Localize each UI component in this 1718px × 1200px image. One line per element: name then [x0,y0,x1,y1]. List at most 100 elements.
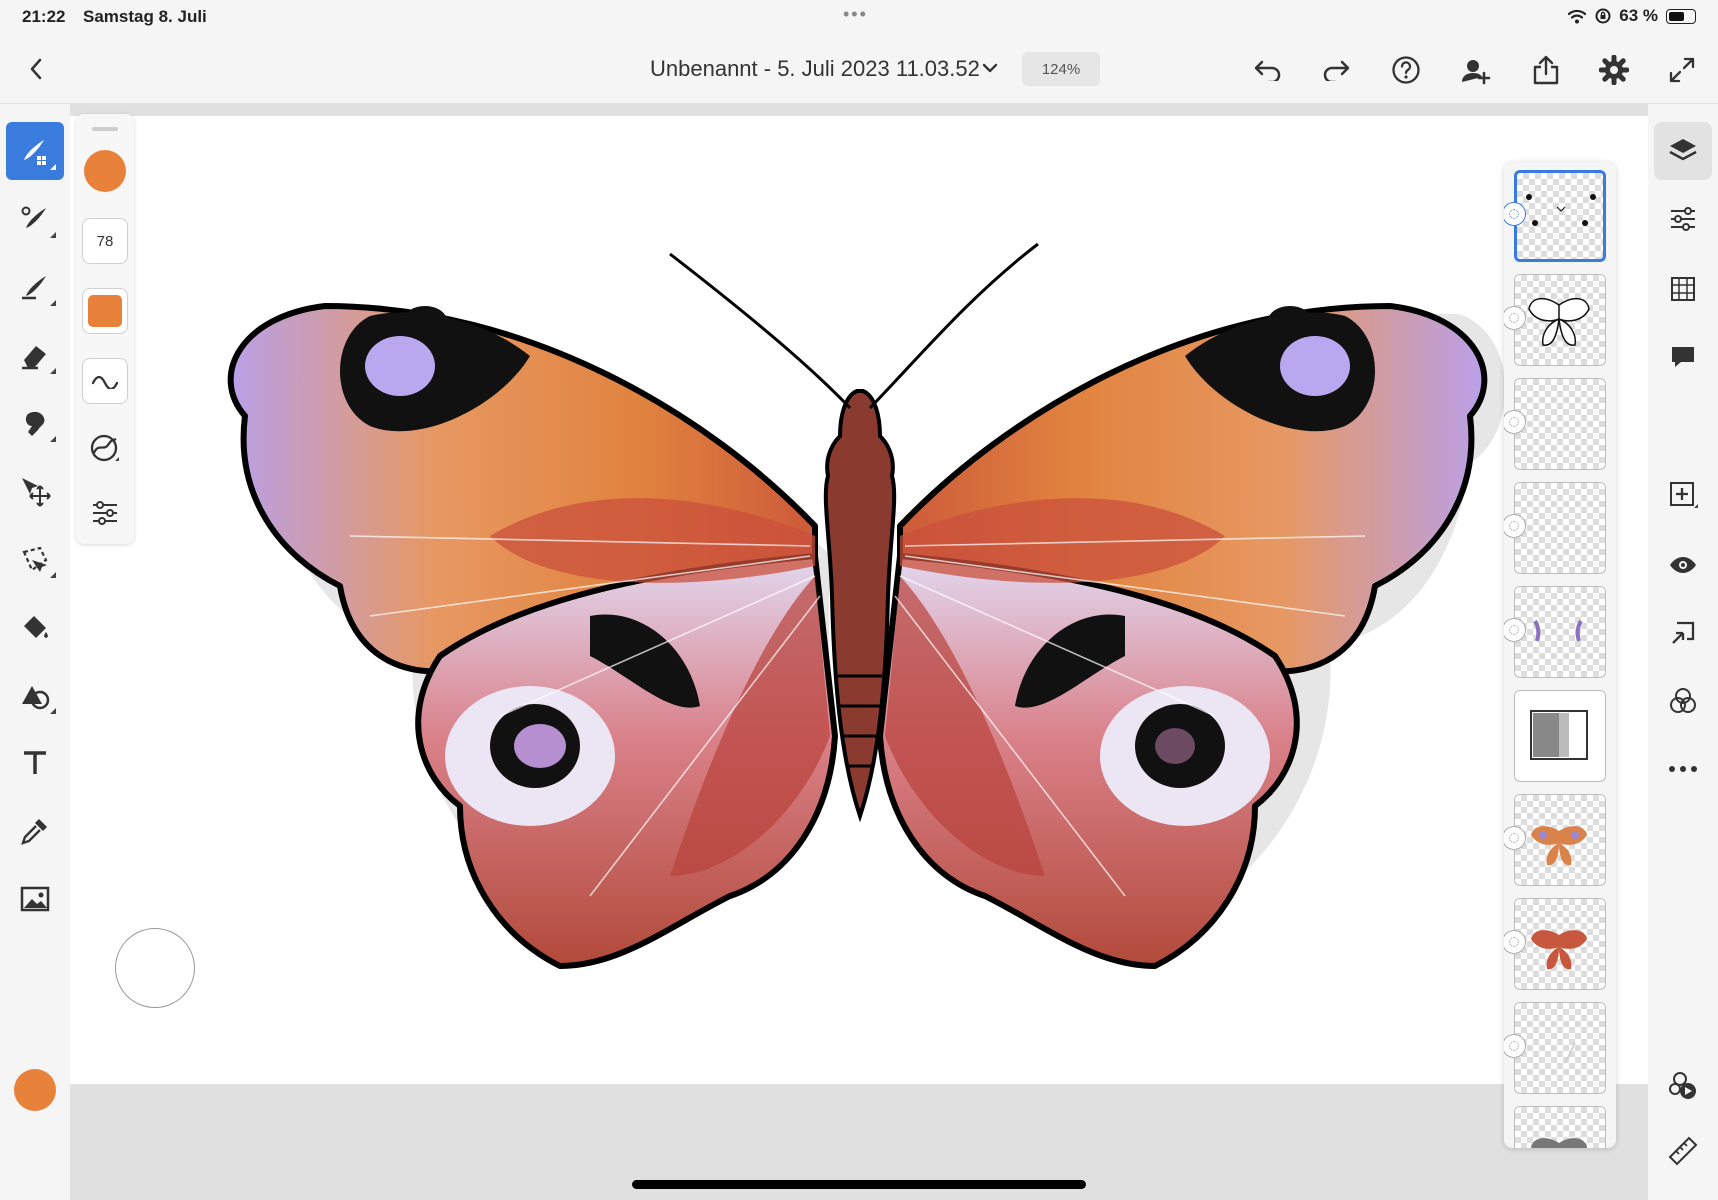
panel-handle[interactable] [92,127,118,131]
layer-thumbnail[interactable] [1514,274,1606,366]
help-icon [1392,56,1420,84]
screen-lock-icon [1595,8,1611,24]
text-icon [24,751,46,774]
smudge-icon [25,411,45,436]
pixel-brush-icon [24,140,46,165]
settings-button[interactable] [1598,54,1630,86]
layer-thumbnail[interactable] [1514,1106,1606,1148]
comment-icon [1672,347,1694,367]
butterfly-artwork [227,242,1506,969]
comments-button[interactable] [1654,328,1712,386]
adjustments-button[interactable] [1654,190,1712,248]
top-toolbar: Unbenannt - 5. Juli 2023 11.03.52 124% [0,34,1718,104]
layers-icon [1669,139,1697,161]
stroke-smoothing-button[interactable] [86,430,124,468]
pixel-brush-tool[interactable] [6,122,64,180]
fill-tool[interactable] [6,598,64,656]
status-bar: 21:22 Samstag 8. Juli ••• 63 % [0,0,1718,34]
smudge-tool[interactable] [6,394,64,452]
submenu-indicator [50,232,56,238]
eraser-tool[interactable] [6,326,64,384]
submenu-indicator [50,164,56,170]
move-tool[interactable] [6,462,64,520]
layer-thumbnail[interactable] [1514,794,1606,886]
smoothing-icon [90,434,119,462]
import-button[interactable] [1654,604,1712,662]
layer-preview [1531,930,1587,970]
undo-button[interactable] [1252,54,1284,86]
image-icon [20,886,50,912]
multitasking-dots[interactable]: ••• [843,4,868,25]
eyedropper-icon [21,819,47,845]
submenu-indicator [50,436,56,442]
chevron-down-icon [982,63,998,73]
layer-thumbnail[interactable] [1514,586,1606,678]
settings-icon [1599,55,1629,85]
vector-brush-icon [22,276,46,300]
brush-properties-panel: 78 [76,114,134,544]
submenu-indicator [50,368,56,374]
brush-size-field[interactable]: 78 [82,218,128,264]
status-right: 63 % [1567,6,1696,26]
brush-settings-button[interactable] [86,494,124,532]
status-time: 21:22 [22,7,66,26]
layer-thumbnail[interactable] [1514,1002,1606,1094]
drawing-canvas[interactable] [70,116,1648,1084]
back-icon [30,58,42,80]
layer-preview [1564,1042,1576,1064]
battery-percent: 63 % [1619,6,1658,25]
zoom-level[interactable]: 124% [1022,52,1100,86]
lasso-icon [22,546,48,572]
layer-thumbnail[interactable] [1514,898,1606,990]
blend-mode-button[interactable] [1654,672,1712,730]
invite-icon [1462,60,1491,85]
submenu-indicator [50,572,56,578]
fullscreen-icon [1669,57,1695,83]
image-tool[interactable] [6,870,64,928]
vector-brush-tool[interactable] [6,258,64,316]
fullscreen-button[interactable] [1666,54,1698,86]
fill-icon [24,616,48,638]
home-indicator[interactable] [632,1180,1086,1189]
livestream-button[interactable] [1654,1056,1712,1114]
layer-preview [1533,619,1583,642]
shapes-tool[interactable] [6,666,64,724]
help-button[interactable] [1390,54,1422,86]
layer-preview [1526,194,1596,226]
brush-color-swatch[interactable] [84,150,126,192]
layer-preview [1528,297,1590,346]
redo-button[interactable] [1320,54,1352,86]
more-options-button[interactable] [1654,740,1712,798]
wave-icon [91,375,119,389]
brush-color-preview[interactable] [82,288,128,334]
brush-stroke-button[interactable] [82,358,128,404]
livestream-icon [1669,1072,1696,1099]
submenu-indicator [50,708,56,714]
layers-button[interactable] [1654,122,1712,180]
title-menu-button[interactable] [978,56,1002,80]
lasso-tool[interactable] [6,530,64,588]
eraser-icon [22,346,46,370]
text-tool[interactable] [6,734,64,792]
share-icon [1533,55,1559,85]
shapes-icon [22,686,50,710]
current-color-swatch[interactable] [14,1069,56,1111]
grid-button[interactable] [1654,260,1712,318]
visibility-button[interactable] [1654,536,1712,594]
ruler-button[interactable] [1654,1122,1712,1180]
back-button[interactable] [22,54,50,84]
layer-thumbnail[interactable] [1514,482,1606,574]
live-brush-tool[interactable] [6,190,64,248]
add-layer-button[interactable] [1654,466,1712,524]
layer-thumbnail[interactable] [1514,170,1606,262]
invite-button[interactable] [1460,54,1492,86]
document-title[interactable]: Unbenannt - 5. Juli 2023 11.03.52 [650,56,980,82]
share-button[interactable] [1530,54,1562,86]
live-brush-icon [21,206,46,228]
eyedropper-tool[interactable] [6,802,64,860]
adjustments-icon [1671,207,1695,231]
layer-preview [1531,826,1587,866]
layer-preview [1531,1138,1587,1148]
adjustment-layer-thumbnail[interactable] [1514,690,1606,782]
layer-thumbnail[interactable] [1514,378,1606,470]
